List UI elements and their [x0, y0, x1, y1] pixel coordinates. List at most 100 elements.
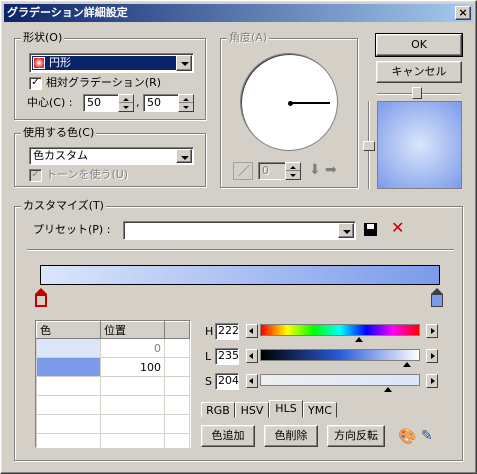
tab-rgb[interactable]: RGB — [201, 402, 235, 418]
angle-group: 角度(A) 0 ⬇ ➡ — [220, 31, 358, 188]
center-x-spinner[interactable] — [118, 94, 134, 112]
l-input[interactable]: 235 — [215, 348, 239, 365]
dial-needle — [290, 102, 330, 104]
h-value: 222 — [218, 324, 239, 337]
palette-icon[interactable]: 🎨 — [398, 428, 417, 444]
table-row — [36, 433, 190, 453]
horizontal-slider-thumb[interactable] — [412, 87, 422, 99]
preset-select[interactable] — [123, 221, 356, 240]
relative-gradient-checkbox[interactable]: ✓ — [29, 77, 42, 90]
window-title: グラデーション詳細設定 — [7, 6, 128, 19]
table-row[interactable]: 0 — [36, 338, 190, 358]
chevron-down-icon[interactable] — [176, 55, 192, 71]
save-preset-button[interactable] — [364, 223, 377, 236]
h-decrement-button[interactable] — [246, 324, 258, 338]
remove-color-button[interactable]: 色削除 — [264, 425, 318, 447]
stop-color-cell[interactable] — [36, 357, 101, 377]
stop-position-cell[interactable]: 100 — [100, 357, 165, 377]
vertical-slider-thumb[interactable] — [363, 141, 375, 151]
delete-preset-button[interactable]: ✕ — [391, 219, 404, 237]
close-icon: × — [458, 6, 468, 19]
color-stop-end[interactable] — [431, 294, 443, 307]
h-input[interactable]: 222 — [215, 323, 239, 340]
column-color-header: 色 — [36, 321, 101, 339]
l-decrement-button[interactable] — [246, 349, 258, 363]
angle-dial[interactable] — [240, 53, 338, 151]
l-slider[interactable] — [260, 349, 420, 361]
angle-input[interactable]: 0 — [258, 162, 288, 180]
h-increment-button[interactable] — [426, 324, 438, 338]
l-label: L — [205, 350, 212, 363]
color-model-tabs: RGB HSV HLS YMC — [201, 400, 361, 420]
close-button[interactable]: × — [455, 6, 471, 20]
ok-button[interactable]: OK — [375, 33, 463, 57]
shape-group: 形状(O) 円形 ✓ 相対グラデーション(R) 中心(C) : 50 , 50 — [14, 31, 206, 120]
center-y-spinner[interactable] — [178, 94, 194, 112]
color-group: 使用する色(C) 色カスタム ✓ トーンを使う(U) — [14, 126, 206, 187]
h-slider-thumb[interactable] — [355, 337, 364, 342]
shape-group-title: 形状(O) — [21, 31, 65, 45]
table-row — [36, 376, 190, 396]
chevron-down-icon[interactable] — [338, 223, 354, 238]
column-position-header: 位置 — [100, 321, 165, 339]
stop-position-cell[interactable]: 0 — [100, 338, 165, 358]
center-y-input[interactable]: 50 — [143, 94, 181, 112]
gradient-bar[interactable] — [40, 265, 440, 285]
cancel-button[interactable]: キャンセル — [376, 61, 462, 83]
angle-group-title: 角度(A) — [227, 31, 270, 45]
eyedropper-icon[interactable]: ✎ — [421, 428, 433, 444]
chevron-down-icon[interactable] — [176, 149, 192, 163]
gradient-preview — [377, 101, 462, 189]
h-slider[interactable] — [260, 324, 420, 336]
s-value: 204 — [218, 374, 239, 387]
angle-spinner[interactable] — [285, 162, 301, 180]
title-bar: グラデーション詳細設定 × — [4, 4, 473, 22]
center-x-value: 50 — [87, 96, 101, 109]
divider — [27, 249, 454, 251]
l-slider-thumb[interactable] — [403, 362, 412, 367]
reverse-direction-button[interactable]: 方向反転 — [327, 425, 385, 447]
s-slider-thumb[interactable] — [384, 387, 392, 392]
add-color-button[interactable]: 色追加 — [201, 425, 255, 447]
stop-color-cell[interactable] — [36, 338, 101, 358]
color-stop-grid: 色位置 0 100 — [36, 321, 190, 453]
color-group-title: 使用する色(C) — [21, 126, 97, 140]
color-mode-value: 色カスタム — [33, 149, 88, 162]
table-row[interactable]: 100 — [36, 357, 190, 377]
tone-checkbox[interactable]: ✓ — [29, 169, 42, 182]
comma-separator: , — [136, 96, 140, 109]
angle-value: 0 — [262, 164, 269, 177]
color-stop-start[interactable] — [35, 294, 47, 307]
tone-label: トーンを使う(U) — [46, 168, 129, 181]
s-decrement-button[interactable] — [246, 374, 258, 388]
l-increment-button[interactable] — [426, 349, 438, 363]
table-row — [36, 395, 190, 415]
customize-group: カスタマイズ(T) プリセット(P) : ✕ 色位置 0 100 H 222 L… — [14, 199, 463, 461]
s-increment-button[interactable] — [426, 374, 438, 388]
circle-shape-icon — [33, 57, 45, 69]
s-input[interactable]: 204 — [215, 373, 239, 390]
tab-hsv[interactable]: HSV — [235, 402, 269, 418]
l-value: 235 — [218, 349, 239, 362]
s-label: S — [205, 375, 212, 388]
tab-hls[interactable]: HLS — [269, 400, 303, 418]
customize-group-title: カスタマイズ(T) — [21, 199, 106, 213]
h-label: H — [205, 325, 214, 338]
angle-line-icon — [233, 162, 253, 180]
relative-gradient-label: 相対グラデーション(R) — [46, 76, 162, 89]
arrow-right-icon[interactable]: ➡ — [325, 162, 337, 178]
arrow-down-icon[interactable]: ⬇ — [309, 162, 321, 178]
shape-select[interactable]: 円形 — [29, 53, 194, 73]
preset-label: プリセット(P) : — [33, 223, 111, 236]
tab-ymc[interactable]: YMC — [303, 402, 337, 418]
center-y-value: 50 — [147, 96, 161, 109]
s-slider[interactable] — [260, 374, 420, 386]
color-stop-table[interactable]: 色位置 0 100 — [35, 320, 191, 453]
table-row — [36, 414, 190, 434]
shape-value: 円形 — [49, 56, 71, 69]
color-mode-select[interactable]: 色カスタム — [29, 147, 194, 165]
center-x-input[interactable]: 50 — [83, 94, 121, 112]
floppy-disk-icon — [367, 224, 374, 229]
center-label: 中心(C) : — [27, 96, 73, 109]
dialog-window: グラデーション詳細設定 × 形状(O) 円形 ✓ 相対グラデーション(R) 中心… — [0, 0, 477, 474]
